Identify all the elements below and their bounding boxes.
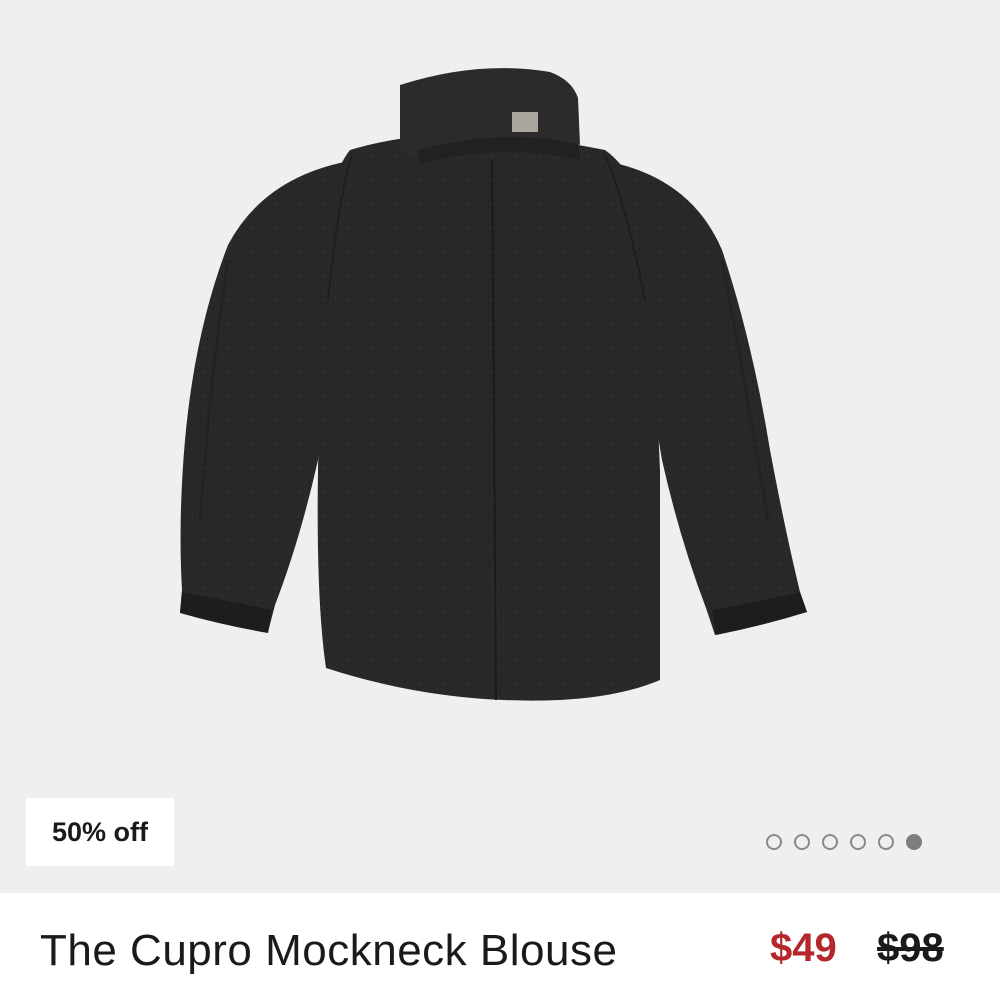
original-price: $98 <box>877 926 944 970</box>
carousel-dot-4[interactable] <box>850 834 866 850</box>
product-image[interactable]: 50% off <box>0 0 1000 893</box>
product-card[interactable]: 50% off The Cupro Mockneck Blouse $49 $9… <box>0 0 1000 1000</box>
carousel-dot-5[interactable] <box>878 834 894 850</box>
blouse-image <box>180 68 807 701</box>
carousel-dots <box>766 834 922 850</box>
sale-price: $49 <box>770 926 837 970</box>
carousel-dot-3[interactable] <box>822 834 838 850</box>
product-name[interactable]: The Cupro Mockneck Blouse <box>40 926 617 976</box>
carousel-dot-2[interactable] <box>794 834 810 850</box>
discount-badge: 50% off <box>26 798 174 866</box>
carousel-dot-6-active[interactable] <box>906 834 922 850</box>
carousel-dot-1[interactable] <box>766 834 782 850</box>
